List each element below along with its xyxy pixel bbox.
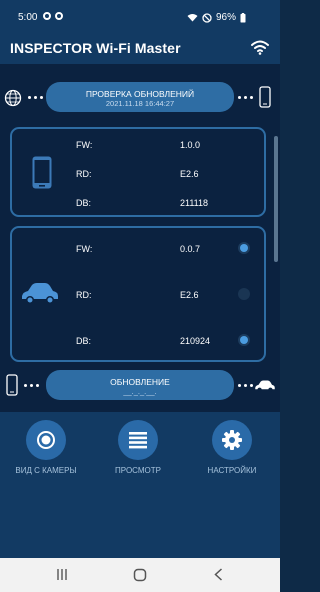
battery-icon	[240, 12, 246, 22]
rd-label: RD:	[76, 169, 92, 179]
db-label: DB:	[76, 336, 92, 346]
browse-label: ПРОСМОТР	[115, 466, 161, 475]
car-icon	[22, 283, 58, 304]
record-icon	[37, 431, 55, 449]
update-button[interactable]: ОБНОВЛЕНИЕ __._._.__.	[46, 370, 234, 400]
status-time: 5:00	[18, 12, 38, 23]
check-updates-button[interactable]: ПРОВЕРКА ОБНОВЛЕНИЙ 2021.11.18 16:44:27	[46, 82, 234, 112]
phone-info-card: FW: 1.0.0 RD: E2.6 DB: 211118	[10, 127, 266, 217]
settings-button[interactable]	[212, 420, 252, 460]
rd-value: E2.6	[180, 290, 199, 300]
settings-label: НАСТРОЙКИ	[207, 466, 257, 475]
wifi-signal-icon	[187, 14, 198, 22]
globe-icon	[4, 89, 22, 107]
status-bar: 5:00 96%	[0, 0, 280, 34]
phone-icon	[32, 156, 52, 189]
app-bar: INSPECTOR Wi-Fi Master	[0, 34, 280, 64]
link-dots-left	[28, 96, 43, 99]
car-icon-small	[255, 380, 275, 392]
battery-level: 96%	[215, 12, 236, 23]
action-dock: ВИД С КАМЕРЫ ПРОСМОТР НАСТРОЙКИ	[0, 412, 280, 558]
back-icon[interactable]	[214, 568, 223, 581]
browse-button[interactable]	[118, 420, 158, 460]
settings-gear-icon-2	[55, 12, 63, 20]
db-value: 210924	[180, 336, 211, 346]
scrollbar[interactable]	[274, 136, 278, 262]
app-title: INSPECTOR Wi-Fi Master	[10, 40, 181, 56]
db-radio[interactable]	[238, 334, 250, 346]
link-dots-right	[238, 384, 253, 387]
fw-radio[interactable]	[238, 242, 250, 254]
list-icon	[129, 432, 147, 449]
db-value: 211118	[180, 198, 209, 208]
rd-label: RD:	[76, 290, 92, 300]
device-info-card: FW: 0.0.7 RD: E2.6 DB: 210924	[10, 226, 266, 362]
fw-value: 1.0.0	[180, 140, 201, 150]
check-updates-label: ПРОВЕРКА ОБНОВЛЕНИЙ	[85, 89, 195, 99]
wifi-icon[interactable]	[250, 37, 270, 57]
system-nav-bar	[0, 558, 280, 592]
camera-view-label: ВИД С КАМЕРЫ	[15, 466, 77, 475]
last-check-datetime: 2021.11.18 16:44:27	[105, 99, 175, 108]
fw-label: FW:	[76, 140, 93, 150]
fw-value: 0.0.7	[180, 244, 201, 254]
link-dots-right	[238, 96, 253, 99]
do-not-disturb-icon	[202, 12, 212, 23]
settings-gear-icon	[43, 12, 51, 20]
recents-icon[interactable]	[56, 568, 68, 581]
phone-icon-small	[259, 86, 271, 108]
db-label: DB:	[76, 198, 92, 208]
gear-icon	[222, 430, 242, 450]
rd-radio[interactable]	[238, 288, 250, 300]
home-icon[interactable]	[133, 568, 147, 582]
fw-label: FW:	[76, 244, 93, 254]
link-dots-left	[24, 384, 39, 387]
update-label: ОБНОВЛЕНИЕ	[110, 377, 170, 387]
phone-icon-small-bottom	[6, 374, 18, 396]
update-progress: __._._.__.	[123, 387, 157, 396]
camera-view-button[interactable]	[26, 420, 66, 460]
rd-value: E2.6	[180, 169, 199, 179]
main-content: ПРОВЕРКА ОБНОВЛЕНИЙ 2021.11.18 16:44:27 …	[0, 64, 280, 412]
